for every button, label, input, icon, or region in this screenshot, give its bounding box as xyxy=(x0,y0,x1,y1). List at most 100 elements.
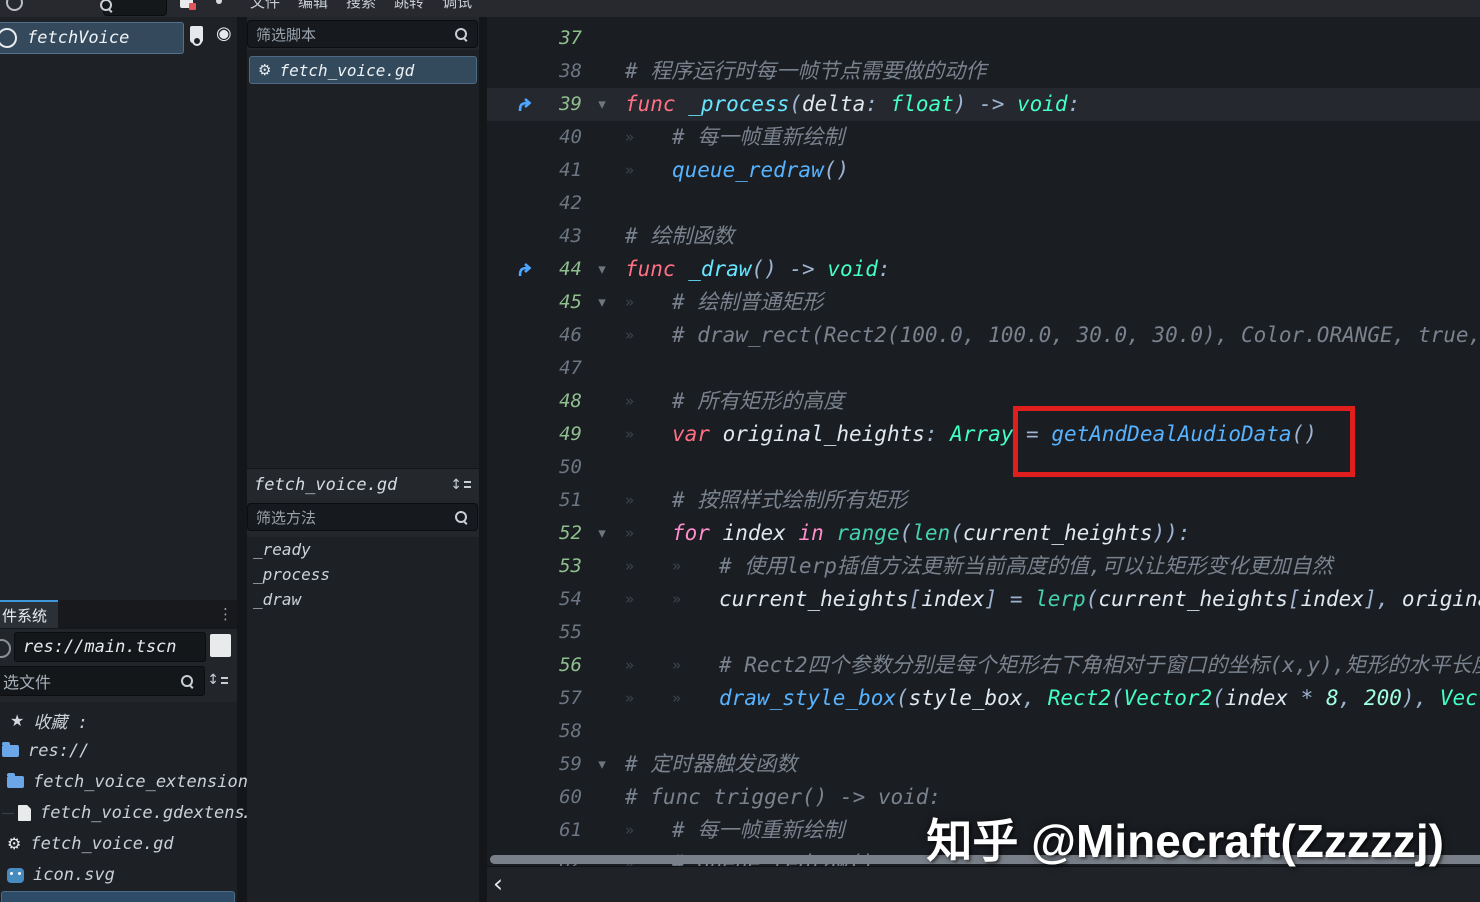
line-number: 51 xyxy=(559,489,582,511)
token-id: index xyxy=(1300,587,1364,611)
menu-搜索[interactable]: 搜索 xyxy=(346,0,376,12)
file-row-selected[interactable] xyxy=(1,891,235,902)
code-line-54[interactable]: 54»» current_heights[index] = lerp(curren… xyxy=(487,583,1480,616)
code-line-45[interactable]: 45 ▾» # 绘制普通矩形 xyxy=(487,286,1480,319)
script-list-item[interactable]: ⚙ fetch_voice.gd xyxy=(249,56,477,84)
tab-indent-marker: » xyxy=(625,392,635,410)
token-type: float xyxy=(890,92,954,116)
code-text: # 定时器触发函数 xyxy=(622,748,797,781)
gdscript-gear-icon: ⚙ xyxy=(258,61,272,79)
annotation-red-box xyxy=(1013,406,1355,477)
code-line-38[interactable]: 38 # 程序运行时每一帧节点需要做的动作 xyxy=(487,55,1480,88)
code-line-37[interactable]: 37 xyxy=(487,22,1480,55)
token-fncall: queue_redraw xyxy=(672,158,824,182)
token-sym: ] = xyxy=(984,587,1036,611)
tab-indent-marker: » xyxy=(625,128,635,146)
token-sym: )): xyxy=(1152,521,1191,545)
file-row[interactable]: icon.svg xyxy=(0,860,241,890)
current-path-field[interactable]: res://main.tscn xyxy=(14,632,206,662)
token-sym: : xyxy=(1067,92,1081,116)
filesystem-path-row: res://main.tscn xyxy=(0,631,237,663)
fold-arrow-icon[interactable]: ▾ xyxy=(582,286,622,319)
tab-filesystem[interactable]: 件系统 xyxy=(0,600,58,628)
filter-files-input[interactable]: 选文件 xyxy=(0,666,205,696)
token-id: index xyxy=(722,521,786,545)
token-flow: for xyxy=(672,521,723,545)
node-toolbar-icon[interactable] xyxy=(6,0,23,11)
menu-跳转[interactable]: 跳转 xyxy=(394,0,424,12)
code-line-44[interactable]: 44 ▾ func _draw() -> void: xyxy=(487,253,1480,286)
method-item-_process[interactable]: _process xyxy=(247,562,479,587)
scene-node-row[interactable]: fetchVoice xyxy=(0,22,184,54)
method-sort-icon[interactable]: ↕ xyxy=(450,478,471,492)
panel-splitter[interactable] xyxy=(479,17,487,902)
menu-dots-icon[interactable] xyxy=(216,0,222,4)
token-com: # 按照样式绘制所有矩形 xyxy=(672,488,908,512)
menu-文件[interactable]: 文件 xyxy=(250,0,280,12)
line-number: 60 xyxy=(559,786,582,808)
visibility-eye-icon[interactable]: ◉ xyxy=(216,25,232,43)
token-id: index xyxy=(1224,686,1289,710)
token-com: # 所有矩形的高度 xyxy=(672,389,845,413)
filter-scripts-input[interactable]: 筛选脚本 xyxy=(247,20,478,48)
fold-arrow-icon[interactable]: ▾ xyxy=(582,748,622,781)
code-line-40[interactable]: 40 » # 每一帧重新绘制 xyxy=(487,121,1480,154)
tab-indent-marker: » xyxy=(625,656,635,674)
code-line-57[interactable]: 57»» draw_style_box(style_box, Rect2(Vect… xyxy=(487,682,1480,715)
token-fndef: _process xyxy=(688,92,790,116)
file-row[interactable]: fetch_voice_extension xyxy=(0,767,248,797)
method-item-_draw[interactable]: _draw xyxy=(247,587,479,612)
token-com: # Rect2四个参数分别是每个矩形右下角相对于窗口的坐标(x,y),矩形的水平… xyxy=(719,653,1480,677)
line-number: 52 xyxy=(559,522,582,544)
code-line-59[interactable]: 59 ▾ # 定时器触发函数 xyxy=(487,748,1480,781)
token-sym: () xyxy=(823,158,850,182)
scene-toolbar xyxy=(0,0,237,17)
line-number: 39 xyxy=(559,93,582,115)
file-row[interactable]: res:// xyxy=(0,736,236,766)
token-id: original_heights xyxy=(722,422,925,446)
method-item-_ready[interactable]: _ready xyxy=(247,537,479,562)
current-script-row[interactable]: fetch_voice.gd ↕ xyxy=(247,468,479,500)
code-editor[interactable]: 37 38 # 程序运行时每一帧节点需要做的动作 39 ▾ func _process(d… xyxy=(487,17,1480,902)
code-line-58[interactable]: 58 xyxy=(487,715,1480,748)
token-com: # 绘制普通矩形 xyxy=(672,290,824,314)
script-panel: 筛选脚本 ⚙ fetch_voice.gd fetch_voice.gd ↕ 筛选… xyxy=(247,17,479,902)
code-line-43[interactable]: 43 # 绘制函数 xyxy=(487,220,1480,253)
script-attached-icon[interactable] xyxy=(190,26,203,46)
fold-arrow-icon[interactable]: ▾ xyxy=(582,253,622,286)
collapse-left-chevron-icon[interactable]: ‹ xyxy=(493,869,503,898)
code-line-41[interactable]: 41 » queue_redraw() xyxy=(487,154,1480,187)
token-flow: in xyxy=(785,521,837,545)
code-text: » # 所有矩形的高度 xyxy=(622,385,844,418)
file-row[interactable]: ★ 收藏 : xyxy=(0,705,244,735)
code-line-51[interactable]: 51 » # 按照样式绘制所有矩形 xyxy=(487,484,1480,517)
nav-history-icon[interactable] xyxy=(0,639,11,658)
file-sort-icon[interactable]: ↕ xyxy=(207,673,228,687)
filter-methods-input[interactable]: 筛选方法 xyxy=(247,503,478,531)
file-row[interactable]: ⚙ fetch_voice.gd xyxy=(0,829,241,859)
line-number: 45 xyxy=(559,291,582,313)
detach-script-icon[interactable] xyxy=(180,0,196,10)
fold-arrow-icon[interactable]: ▾ xyxy=(582,517,622,550)
filesystem-tabbar: 件系统 ⋮ xyxy=(0,600,237,629)
tab-indent-marker: » xyxy=(625,161,635,179)
code-line-53[interactable]: 53 » » # 使用lerp插值方法更新当前高度的值,可以让矩形变化更加自然 xyxy=(487,550,1480,583)
code-line-55[interactable]: 55 xyxy=(487,616,1480,649)
code-text: » # 绘制普通矩形 xyxy=(622,286,823,319)
code-line-52[interactable]: 52 ▾» for index in range(len(current_heigh… xyxy=(487,517,1480,550)
code-line-46[interactable]: 46 » # draw_rect(Rect2(100.0, 100.0, 30.0,… xyxy=(487,319,1480,352)
file-row[interactable]: fetch_voice.gdextens… xyxy=(0,798,255,828)
token-sym: : xyxy=(924,422,951,446)
menu-调试[interactable]: 调试 xyxy=(442,0,472,12)
fold-arrow-icon[interactable]: ▾ xyxy=(582,88,622,121)
line-number: 48 xyxy=(559,390,582,412)
panel-menu-dots-icon[interactable]: ⋮ xyxy=(218,605,233,623)
filter-nodes-input[interactable] xyxy=(103,0,167,16)
code-line-56[interactable]: 56 » » # Rect2四个参数分别是每个矩形右下角相对于窗口的坐标(x,y),矩… xyxy=(487,649,1480,682)
code-line-42[interactable]: 42 xyxy=(487,187,1480,220)
menu-编辑[interactable]: 编辑 xyxy=(298,0,328,12)
code-line-39[interactable]: 39 ▾ func _process(delta: float) -> void: xyxy=(487,88,1480,121)
method-list: _ready _process _draw xyxy=(247,537,479,902)
code-line-47[interactable]: 47 xyxy=(487,352,1480,385)
token-sym: , xyxy=(1338,686,1364,710)
